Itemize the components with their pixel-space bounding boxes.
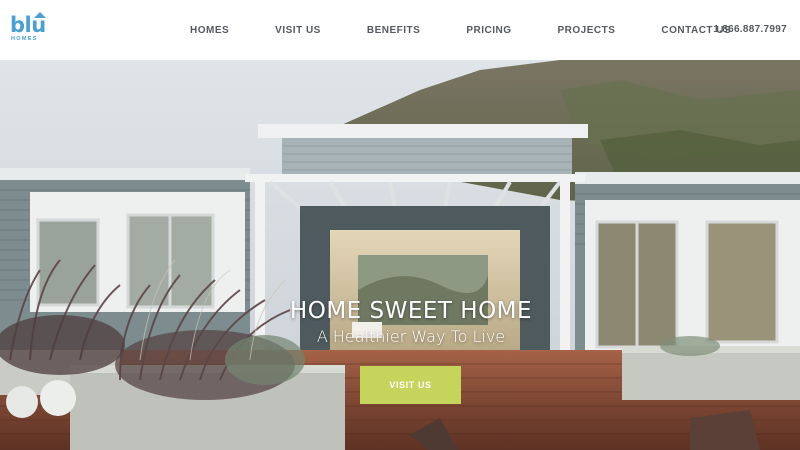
phone-number-link[interactable]: 1.866.887.7997 bbox=[713, 0, 787, 60]
nav-pricing[interactable]: PRICING bbox=[466, 25, 511, 36]
main-nav: HOMES VISIT US BENEFITS PRICING PROJECTS… bbox=[190, 0, 731, 60]
nav-projects[interactable]: PROJECTS bbox=[557, 25, 615, 36]
nav-benefits[interactable]: BENEFITS bbox=[367, 25, 420, 36]
hero-title: HOME SWEET HOME bbox=[289, 298, 533, 324]
nav-visit-us[interactable]: VISIT US bbox=[275, 25, 321, 36]
hero-subtitle: A Healthier Way To Live bbox=[316, 327, 506, 346]
logo-tagline: HOMES bbox=[11, 36, 38, 42]
site-header: blu HOMES HOMES VISIT US BENEFITS PRICIN… bbox=[0, 0, 800, 60]
visit-us-button[interactable]: VISIT US bbox=[360, 366, 461, 404]
blu-homes-logo[interactable]: blu HOMES bbox=[10, 12, 54, 46]
nav-homes[interactable]: HOMES bbox=[190, 25, 229, 36]
logo-wordmark: blu bbox=[10, 13, 46, 37]
hero-section: HOME SWEET HOME A Healthier Way To Live … bbox=[0, 60, 800, 450]
